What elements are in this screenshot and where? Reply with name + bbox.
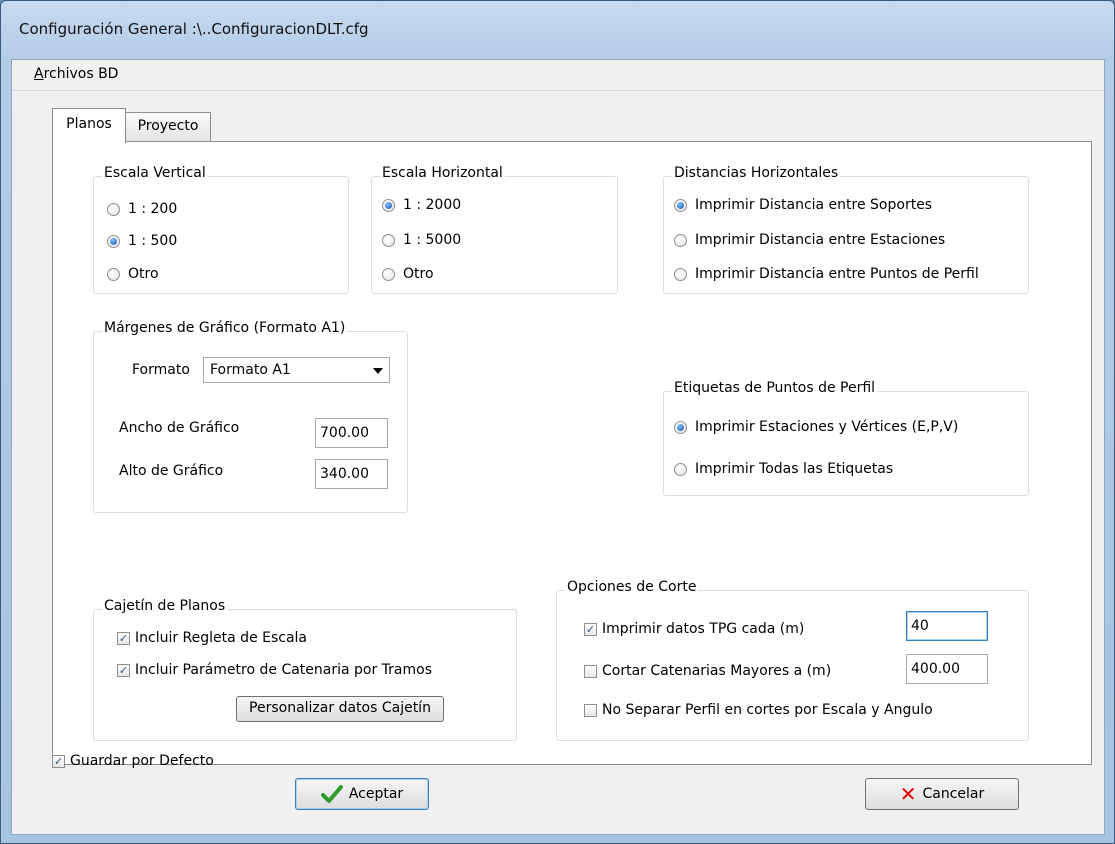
radio-label: Imprimir Distancia entre Soportes	[695, 197, 933, 213]
checkbox[interactable]: ✓	[584, 622, 597, 636]
checkbox-label: Guardar por Defecto	[70, 753, 214, 769]
group-escala-horizontal: Escala Horizontal 1 : 2000 1 : 5000 Otro	[371, 165, 618, 294]
tab-planos[interactable]: Planos	[52, 108, 126, 143]
tab-proyecto[interactable]: Proyecto	[125, 112, 211, 141]
checkbox-label: Incluir Regleta de Escala	[135, 630, 308, 646]
radio-button[interactable]	[382, 267, 395, 281]
tpg-cada-input[interactable]: 40	[906, 611, 988, 641]
group-title: Escala Horizontal	[380, 165, 505, 181]
group-title: Márgenes de Gráfico (Formato A1)	[102, 320, 348, 336]
checkbox[interactable]: ✓	[117, 631, 130, 645]
group-escala-vertical: Escala Vertical 1 : 200 1 : 500 Otro	[93, 165, 349, 294]
aceptar-button[interactable]: Aceptar	[295, 778, 429, 810]
checkbox-no-separar-perfil[interactable]: No Separar Perfil en cortes por Escala y…	[584, 702, 933, 718]
radio-button[interactable]	[674, 233, 687, 247]
menu-archivos-bd[interactable]: Archivos BD	[34, 66, 118, 82]
group-title: Distancias Horizontales	[672, 165, 841, 181]
radio-button[interactable]	[107, 202, 120, 216]
personalizar-cajetin-button[interactable]: Personalizar datos Cajetín	[236, 696, 444, 722]
formato-dropdown[interactable]: Formato A1	[203, 357, 390, 383]
radio-button[interactable]	[674, 420, 687, 434]
checkbox-incluir-catenaria[interactable]: ✓ Incluir Parámetro de Catenaria por Tra…	[117, 662, 432, 678]
group-etiquetas-puntos-perfil: Etiquetas de Puntos de Perfil Imprimir E…	[663, 380, 1029, 496]
alto-grafico-input[interactable]: 340.00	[315, 459, 388, 489]
radio-button[interactable]	[107, 234, 120, 248]
radio-label: Imprimir Todas las Etiquetas	[695, 461, 894, 477]
radio-label: Otro	[403, 266, 434, 282]
radio-escala-horizontal-otro[interactable]: Otro	[382, 266, 434, 282]
checkbox-guardar-por-defecto[interactable]: ✓ Guardar por Defecto	[52, 753, 214, 769]
radio-imprimir-estaciones-vertices[interactable]: Imprimir Estaciones y Vértices (E,P,V)	[674, 419, 958, 435]
group-title: Cajetín de Planos	[102, 598, 228, 614]
cortar-catenarias-input[interactable]: 400.00	[906, 654, 988, 684]
ancho-grafico-input[interactable]: 700.00	[315, 418, 388, 448]
radio-label: Imprimir Distancia entre Puntos de Perfi…	[695, 266, 979, 282]
checkbox-label: Incluir Parámetro de Catenaria por Tramo…	[135, 662, 433, 678]
radio-button[interactable]	[674, 198, 687, 212]
group-title: Escala Vertical	[102, 165, 208, 181]
radio-button[interactable]	[382, 233, 395, 247]
chevron-down-icon[interactable]	[373, 368, 383, 374]
tab-panel-planos: Escala Vertical 1 : 200 1 : 500 Otro Esc…	[52, 141, 1092, 765]
radio-escala-horizontal-2000[interactable]: 1 : 2000	[382, 197, 461, 213]
radio-label: Imprimir Estaciones y Vértices (E,P,V)	[695, 419, 959, 435]
close-icon: ✕	[899, 782, 917, 806]
radio-label: 1 : 500	[128, 233, 178, 249]
radio-button[interactable]	[674, 267, 687, 281]
radio-label: 1 : 200	[128, 201, 178, 217]
radio-label: 1 : 2000	[403, 197, 462, 213]
checkmark-icon	[320, 785, 343, 803]
radio-distancia-puntos-perfil[interactable]: Imprimir Distancia entre Puntos de Perfi…	[674, 266, 979, 282]
radio-label: Otro	[128, 266, 159, 282]
group-cajetin-planos: Cajetín de Planos ✓ Incluir Regleta de E…	[93, 598, 517, 741]
formato-dropdown-value: Formato A1	[210, 362, 291, 378]
radio-button[interactable]	[382, 198, 395, 212]
checkbox-imprimir-tpg[interactable]: ✓ Imprimir datos TPG cada (m)	[584, 621, 804, 637]
checkbox-label: No Separar Perfil en cortes por Escala y…	[602, 702, 933, 718]
radio-distancia-estaciones[interactable]: Imprimir Distancia entre Estaciones	[674, 232, 945, 248]
checkbox[interactable]	[584, 703, 597, 717]
group-title: Etiquetas de Puntos de Perfil	[672, 380, 878, 396]
radio-button[interactable]	[674, 462, 687, 476]
radio-button[interactable]	[107, 267, 120, 281]
radio-escala-vertical-500[interactable]: 1 : 500	[107, 233, 177, 249]
radio-escala-vertical-200[interactable]: 1 : 200	[107, 201, 177, 217]
title-bar[interactable]: Configuración General :\..ConfiguracionD…	[1, 1, 1114, 59]
group-title: Opciones de Corte	[565, 579, 699, 595]
radio-escala-horizontal-5000[interactable]: 1 : 5000	[382, 232, 461, 248]
alto-grafico-label: Alto de Gráfico	[119, 463, 224, 479]
checkbox-label: Cortar Catenarias Mayores a (m)	[602, 663, 832, 679]
radio-label: 1 : 5000	[403, 232, 462, 248]
checkbox[interactable]	[584, 664, 597, 678]
dialog-client-area: Archivos BD Planos Proyecto Escala Verti…	[11, 59, 1105, 835]
formato-label: Formato	[132, 362, 190, 378]
cancelar-label: Cancelar	[922, 786, 985, 802]
checkbox[interactable]: ✓	[52, 754, 65, 768]
menu-bar: Archivos BD	[12, 60, 1104, 91]
checkbox-incluir-regleta[interactable]: ✓ Incluir Regleta de Escala	[117, 630, 307, 646]
radio-distancia-soportes[interactable]: Imprimir Distancia entre Soportes	[674, 197, 932, 213]
radio-label: Imprimir Distancia entre Estaciones	[695, 232, 946, 248]
window-title: Configuración General :\..ConfiguracionD…	[19, 20, 369, 38]
group-margenes-grafico: Márgenes de Gráfico (Formato A1) Formato…	[93, 320, 408, 513]
checkbox[interactable]: ✓	[117, 663, 130, 677]
cancelar-button[interactable]: ✕ Cancelar	[865, 778, 1019, 810]
checkbox-cortar-catenarias[interactable]: Cortar Catenarias Mayores a (m)	[584, 663, 831, 679]
checkbox-label: Imprimir datos TPG cada (m)	[602, 621, 805, 637]
aceptar-label: Aceptar	[348, 786, 404, 802]
dialog-window: Configuración General :\..ConfiguracionD…	[0, 0, 1115, 844]
group-distancias-horizontales: Distancias Horizontales Imprimir Distanc…	[663, 165, 1029, 294]
radio-imprimir-todas-etiquetas[interactable]: Imprimir Todas las Etiquetas	[674, 461, 893, 477]
radio-escala-vertical-otro[interactable]: Otro	[107, 266, 159, 282]
group-opciones-corte: Opciones de Corte ✓ Imprimir datos TPG c…	[556, 579, 1029, 741]
ancho-grafico-label: Ancho de Gráfico	[119, 420, 240, 436]
